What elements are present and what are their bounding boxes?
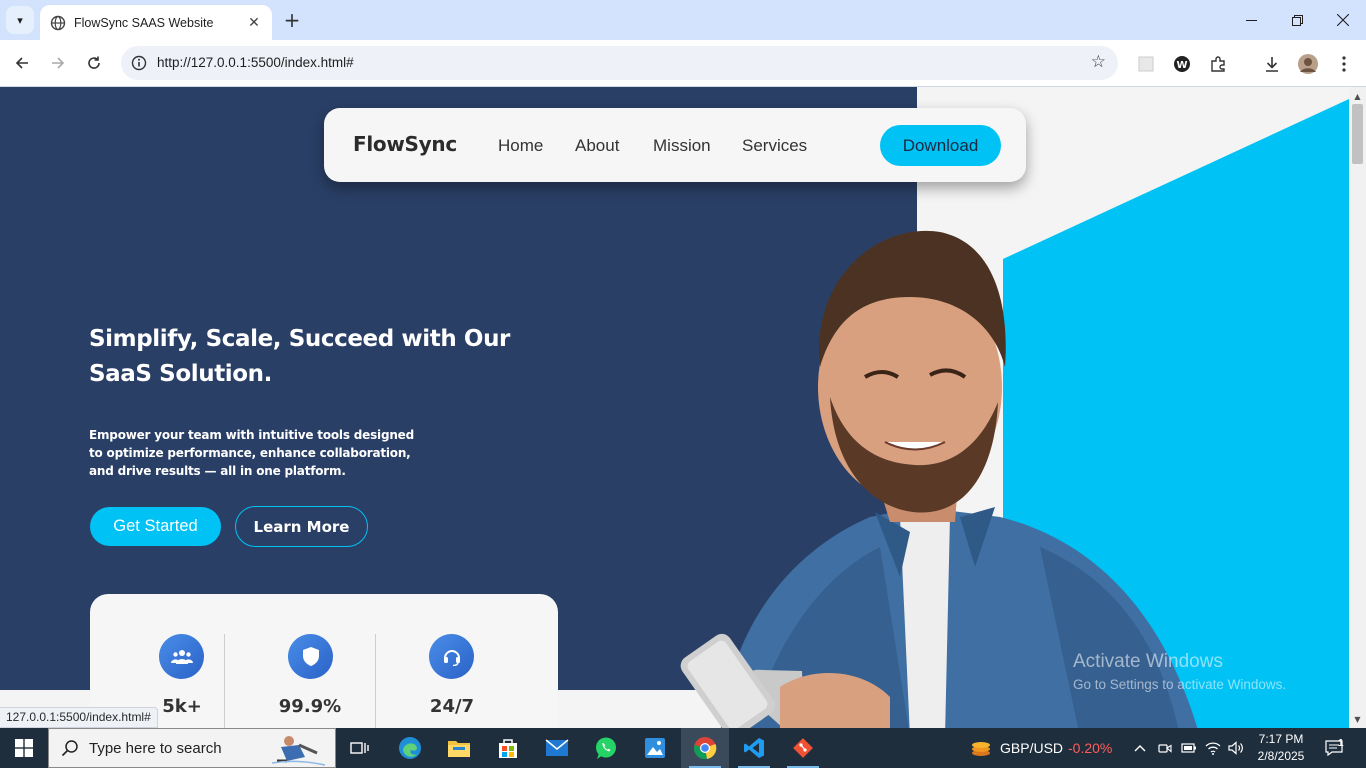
meet-now-icon[interactable]: [1157, 740, 1173, 756]
notification-count-badge: 1: [1338, 738, 1344, 749]
tab-search-button[interactable]: ▾: [6, 6, 34, 34]
taskbar-app-vscode[interactable]: [730, 728, 778, 768]
extension-w-icon[interactable]: W: [1170, 52, 1194, 76]
browser-tab[interactable]: FlowSync SAAS Website ✕: [40, 5, 272, 40]
tab-title: FlowSync SAAS Website: [74, 15, 214, 30]
edge-icon: [399, 737, 421, 759]
taskbar-search-box[interactable]: Type here to search: [48, 728, 336, 768]
windows-taskbar: Type here to search GBP/USD -0.20% 7:17 …: [0, 728, 1366, 768]
browser-menu-icon[interactable]: [1332, 52, 1356, 76]
restore-icon: [1291, 14, 1303, 26]
forward-button[interactable]: [44, 49, 72, 77]
users-icon: [159, 634, 204, 679]
new-tab-button[interactable]: +: [280, 8, 304, 32]
taskbar-app-store[interactable]: [484, 728, 532, 768]
url-text[interactable]: http://127.0.0.1:5500/index.html#: [157, 55, 354, 70]
svg-text:W: W: [1176, 60, 1187, 71]
stat-value-support: 24/7: [429, 696, 475, 717]
nav-link-home[interactable]: Home: [498, 136, 543, 156]
mail-icon: [545, 739, 569, 756]
scroll-up-arrow-icon[interactable]: ▲: [1349, 89, 1366, 103]
search-placeholder: Type here to search: [89, 740, 222, 757]
chevron-up-icon[interactable]: [1132, 740, 1148, 756]
clock-date[interactable]: 2/8/2025: [1256, 749, 1306, 763]
volume-icon[interactable]: [1228, 740, 1244, 756]
taskbar-app-photos[interactable]: [631, 728, 679, 768]
vscode-icon: [744, 738, 764, 758]
download-icon[interactable]: [1260, 52, 1284, 76]
clock-time[interactable]: 7:17 PM: [1258, 732, 1304, 746]
address-bar[interactable]: http://127.0.0.1:5500/index.html# ☆: [121, 46, 1118, 80]
web-page: FlowSync Home About Mission Services Dow…: [0, 87, 1349, 728]
battery-icon[interactable]: [1181, 740, 1197, 756]
store-icon: [499, 739, 517, 758]
taskbar-app-file-explorer[interactable]: [435, 728, 483, 768]
ticker-change[interactable]: -0.20%: [1068, 740, 1112, 756]
coins-icon[interactable]: [970, 737, 992, 759]
extension-puzzle-grid-icon[interactable]: [1134, 52, 1158, 76]
taskbar-app-whatsapp[interactable]: [582, 728, 630, 768]
back-button[interactable]: [8, 49, 36, 77]
task-view-icon: [350, 742, 369, 754]
taskbar-app-edge[interactable]: [386, 728, 434, 768]
link-status-bubble: 127.0.0.1:5500/index.html#: [0, 707, 158, 728]
close-tab-icon[interactable]: ✕: [244, 13, 264, 33]
arrow-right-icon: [52, 57, 65, 69]
learn-more-button[interactable]: Learn More: [235, 506, 368, 547]
start-button[interactable]: [0, 728, 48, 768]
restore-button[interactable]: [1274, 0, 1320, 40]
stat-value-uptime: 99.9%: [278, 696, 342, 717]
extensions-icon[interactable]: [1206, 52, 1230, 76]
nav-link-about[interactable]: About: [575, 136, 619, 156]
hero-headline: Simplify, Scale, Succeed with Our SaaS S…: [89, 326, 511, 387]
taskbar-app-chrome[interactable]: [681, 728, 729, 768]
photos-icon: [645, 738, 665, 758]
reload-button[interactable]: [80, 49, 108, 77]
hero-subtext: Empower your team with intuitive tools d…: [89, 428, 415, 478]
taskbar-app-mail[interactable]: [533, 728, 581, 768]
reload-icon: [88, 56, 100, 69]
get-started-button[interactable]: Get Started: [90, 507, 221, 546]
close-icon: [1337, 14, 1349, 26]
arrow-left-icon: [15, 57, 28, 69]
site-navbar: FlowSync Home About Mission Services Dow…: [324, 108, 1026, 182]
headset-icon: [429, 634, 474, 679]
activate-windows-subtitle: Go to Settings to activate Windows.: [1073, 677, 1287, 692]
bookmark-star-icon[interactable]: ☆: [1091, 52, 1106, 72]
download-button[interactable]: Download: [880, 125, 1001, 166]
stat-divider: [375, 634, 376, 728]
site-info-icon[interactable]: [129, 53, 149, 73]
ticker-pair[interactable]: GBP/USD: [1000, 740, 1063, 756]
nav-link-mission[interactable]: Mission: [653, 136, 711, 156]
site-logo[interactable]: FlowSync: [353, 132, 457, 156]
whatsapp-icon: [596, 737, 616, 759]
folder-icon: [448, 741, 470, 757]
task-view-button[interactable]: [336, 728, 384, 768]
scroll-down-arrow-icon[interactable]: ▼: [1349, 712, 1366, 726]
stats-card: 5k+ 99.9% 24/7: [90, 594, 558, 728]
chrome-icon: [694, 737, 717, 760]
wifi-icon[interactable]: [1205, 740, 1221, 756]
browser-tab-strip: ▾ FlowSync SAAS Website ✕ +: [0, 0, 1366, 40]
minimize-button[interactable]: [1228, 0, 1274, 40]
git-icon: [793, 738, 813, 758]
search-highlight-illustration-icon: [271, 736, 326, 766]
nav-link-services[interactable]: Services: [742, 136, 807, 156]
minimize-icon: [1245, 19, 1257, 21]
globe-icon: [50, 15, 66, 30]
shield-icon: [288, 634, 333, 679]
search-icon: [61, 740, 78, 757]
scroll-thumb[interactable]: [1352, 104, 1363, 164]
profile-avatar[interactable]: [1296, 52, 1320, 76]
windows-logo-icon: [15, 739, 33, 757]
close-window-button[interactable]: [1320, 0, 1366, 40]
activate-windows-title: Activate Windows: [1073, 651, 1223, 672]
page-scrollbar[interactable]: ▲ ▼: [1349, 87, 1366, 728]
taskbar-app-git[interactable]: [779, 728, 827, 768]
